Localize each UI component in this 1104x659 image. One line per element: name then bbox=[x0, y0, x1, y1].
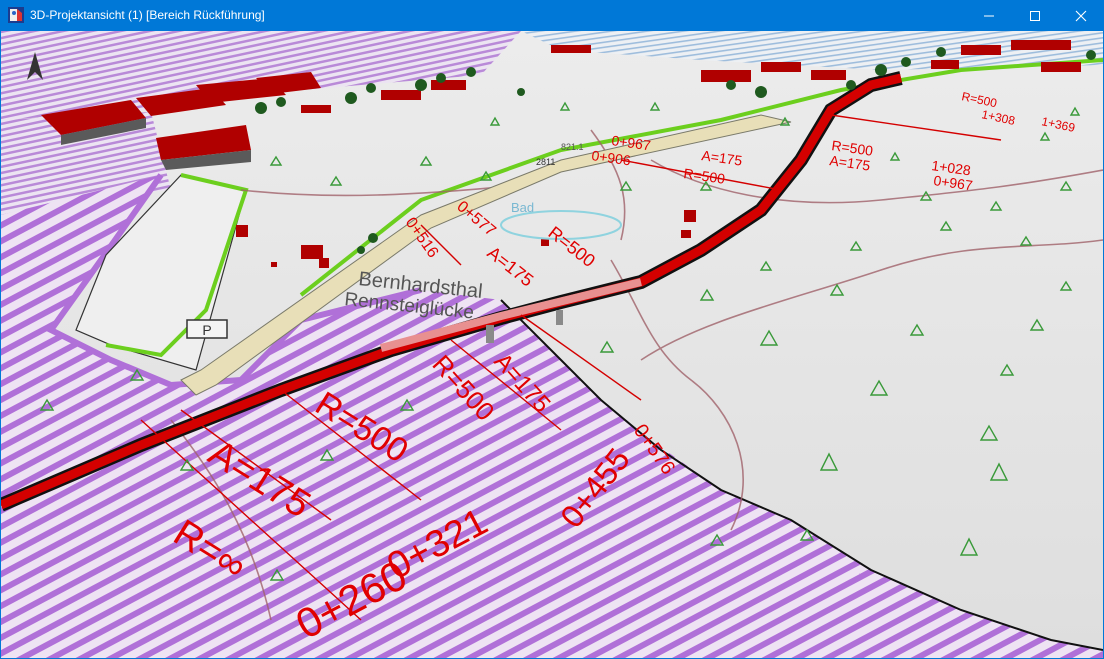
window-title: 3D-Projektansicht (1) [Bereich Rückführu… bbox=[30, 8, 265, 22]
road-sign-label: 2811 bbox=[536, 157, 555, 167]
bridge-pier bbox=[486, 325, 494, 343]
maximize-button[interactable] bbox=[1012, 0, 1058, 31]
title-bar[interactable]: 3D-Projektansicht (1) [Bereich Rückführu… bbox=[0, 0, 1104, 31]
application-window: 3D-Projektansicht (1) [Bereich Rückführu… bbox=[0, 0, 1104, 659]
terrain-scene[interactable]: P Bad Bernhardsthal Rennsteiglücke 2811 … bbox=[1, 31, 1103, 658]
close-icon bbox=[1075, 10, 1087, 22]
bridge-pier bbox=[556, 310, 563, 325]
3d-viewport[interactable]: P Bad Bernhardsthal Rennsteiglücke 2811 … bbox=[1, 31, 1103, 658]
height-label: 821.1 bbox=[561, 142, 584, 152]
minimize-button[interactable] bbox=[966, 0, 1012, 31]
water-label: Bad bbox=[511, 200, 534, 215]
close-button[interactable] bbox=[1058, 0, 1104, 31]
minimize-icon bbox=[984, 15, 994, 17]
maximize-icon bbox=[1030, 11, 1040, 21]
parking-label: P bbox=[202, 322, 211, 338]
3d-project-icon[interactable] bbox=[8, 7, 24, 23]
